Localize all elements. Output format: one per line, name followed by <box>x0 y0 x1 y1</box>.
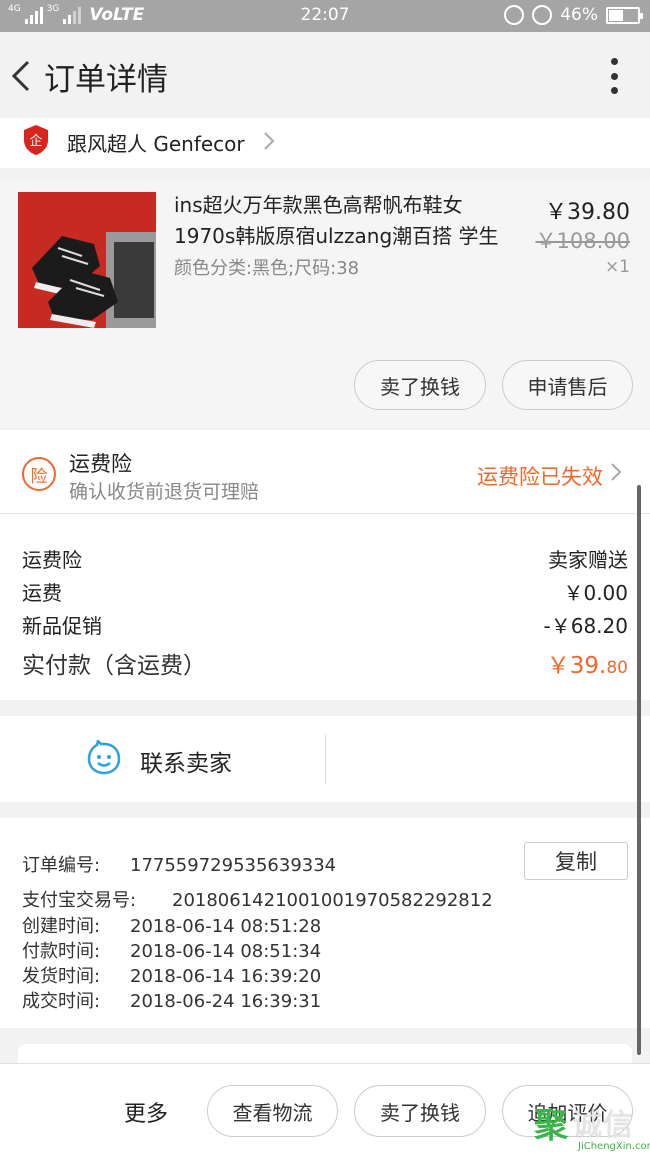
total-paid-row: 实付款（含运费） ￥39.80 <box>22 646 628 680</box>
paid-time-row: 付款时间: 2018-06-14 08:51:34 <box>22 937 321 963</box>
chevron-right-icon <box>264 132 275 150</box>
nav-bar: 订单详情 <box>0 32 650 118</box>
created-time-row: 创建时间: 2018-06-14 08:51:28 <box>22 912 321 938</box>
fee-label: 新品促销 <box>22 614 102 638</box>
total-main: ￥39. <box>546 653 607 679</box>
created-time: 2018-06-14 08:51:28 <box>130 916 322 937</box>
product-card: ins超火万年款黑色高帮帆布鞋女1970s韩版原宿ulzzang潮百搭 学生 颜… <box>0 180 650 428</box>
alipay-trade-row: 支付宝交易号: 2018061421001001970582292812 <box>22 886 493 912</box>
status-icons: 46% <box>504 5 643 25</box>
order-number-row: 订单编号: 177559729535639334 <box>22 851 336 877</box>
product-original-price: ￥108.00 <box>535 229 630 253</box>
shipped-time-label: 发货时间: <box>22 966 101 987</box>
order-info: 订单编号: 177559729535639334 复制 支付宝交易号: 201806… <box>0 818 650 1028</box>
fee-row-shipping: 运费 ￥0.00 <box>22 577 628 606</box>
sell-button-bottom[interactable]: 卖了换钱 <box>354 1085 486 1137</box>
insurance-subtitle: 确认收货前退货可理赔 <box>69 481 260 503</box>
shipped-time-row: 发货时间: 2018-06-14 16:39:20 <box>22 962 321 988</box>
shop-row[interactable]: 企 跟风超人 Genfecor <box>0 118 650 168</box>
deal-time-row: 成交时间: 2018-06-24 16:39:31 <box>22 987 321 1013</box>
product-quantity: ×1 <box>604 257 630 277</box>
product-price: ￥39.80 <box>545 200 630 225</box>
alarm-icon <box>532 5 553 25</box>
fee-value: 卖家赠送 <box>548 548 628 572</box>
battery-percent: 46% <box>560 5 598 25</box>
shipping-insurance-row[interactable]: 险 运费险 确认收货前退货可理赔 运费险已失效 <box>0 430 650 514</box>
product-title[interactable]: ins超火万年款黑色高帮帆布鞋女1970s韩版原宿ulzzang潮百搭 学生 <box>174 190 504 252</box>
watermark-logo: 聚 <box>534 1106 568 1146</box>
paid-time-label: 付款时间: <box>22 941 101 962</box>
product-sku: 颜色分类:黑色;尺码:38 <box>174 258 360 279</box>
contact-bar: 联系卖家 <box>0 716 650 802</box>
insurance-title: 运费险 <box>69 452 132 476</box>
shop-name: 跟风超人 Genfecor <box>67 132 245 156</box>
fee-label: 运费险 <box>22 548 82 572</box>
fee-summary: 运费险 卖家赠送 运费 ￥0.00 新品促销 -￥68.20 实付款（含运费） … <box>0 514 650 700</box>
chevron-right-icon <box>611 463 622 481</box>
contact-seller-button[interactable]: 联系卖家 <box>140 744 232 778</box>
deal-time: 2018-06-24 16:39:31 <box>130 991 322 1012</box>
order-number: 177559729535639334 <box>130 855 337 876</box>
copy-button[interactable]: 复制 <box>524 842 628 880</box>
divider <box>325 734 326 784</box>
contact-seller-icon[interactable] <box>86 740 122 776</box>
watermark-url: JiChengXin.com <box>578 1141 650 1152</box>
shipped-time: 2018-06-14 16:39:20 <box>130 966 322 987</box>
shop-badge-icon: 企 <box>24 125 48 155</box>
alipay-trade-number: 2018061421001001970582292812 <box>172 890 493 911</box>
battery-icon <box>606 6 643 24</box>
page-title: 订单详情 <box>44 62 168 98</box>
rotation-lock-icon <box>504 5 525 25</box>
more-menu-icon[interactable] <box>610 58 618 94</box>
back-arrow-icon[interactable] <box>8 58 38 94</box>
fee-value: -￥68.20 <box>543 614 628 638</box>
shop-badge-text: 企 <box>29 133 42 149</box>
paid-time: 2018-06-14 08:51:34 <box>130 941 322 962</box>
view-logistics-button[interactable]: 查看物流 <box>207 1085 338 1137</box>
fee-label: 运费 <box>22 581 62 605</box>
insurance-status: 运费险已失效 <box>477 465 603 489</box>
insurance-icon: 险 <box>22 457 56 491</box>
fee-row-insurance: 运费险 卖家赠送 <box>22 544 628 573</box>
order-number-label: 订单编号: <box>22 855 101 876</box>
watermark: 聚 诚信 JiChengXin.com <box>532 1105 650 1155</box>
created-time-label: 创建时间: <box>22 916 101 937</box>
total-value: ￥39.80 <box>547 646 628 680</box>
watermark-name: 诚信 <box>572 1108 634 1143</box>
sell-button[interactable]: 卖了换钱 <box>354 360 486 410</box>
fee-row-promotion: 新品促销 -￥68.20 <box>22 610 628 639</box>
status-bar: 4G 3G VoLTE 22:07 46% <box>0 0 650 32</box>
alipay-trade-label: 支付宝交易号: <box>22 890 137 911</box>
product-image[interactable] <box>18 192 156 328</box>
more-button[interactable]: 更多 <box>124 1096 168 1128</box>
after-sale-button[interactable]: 申请售后 <box>502 360 633 410</box>
total-cents: 80 <box>606 658 628 678</box>
scrollbar[interactable] <box>637 485 641 1055</box>
total-label: 实付款（含运费） <box>22 653 206 679</box>
deal-time-label: 成交时间: <box>22 991 101 1012</box>
fee-value: ￥0.00 <box>563 581 628 605</box>
